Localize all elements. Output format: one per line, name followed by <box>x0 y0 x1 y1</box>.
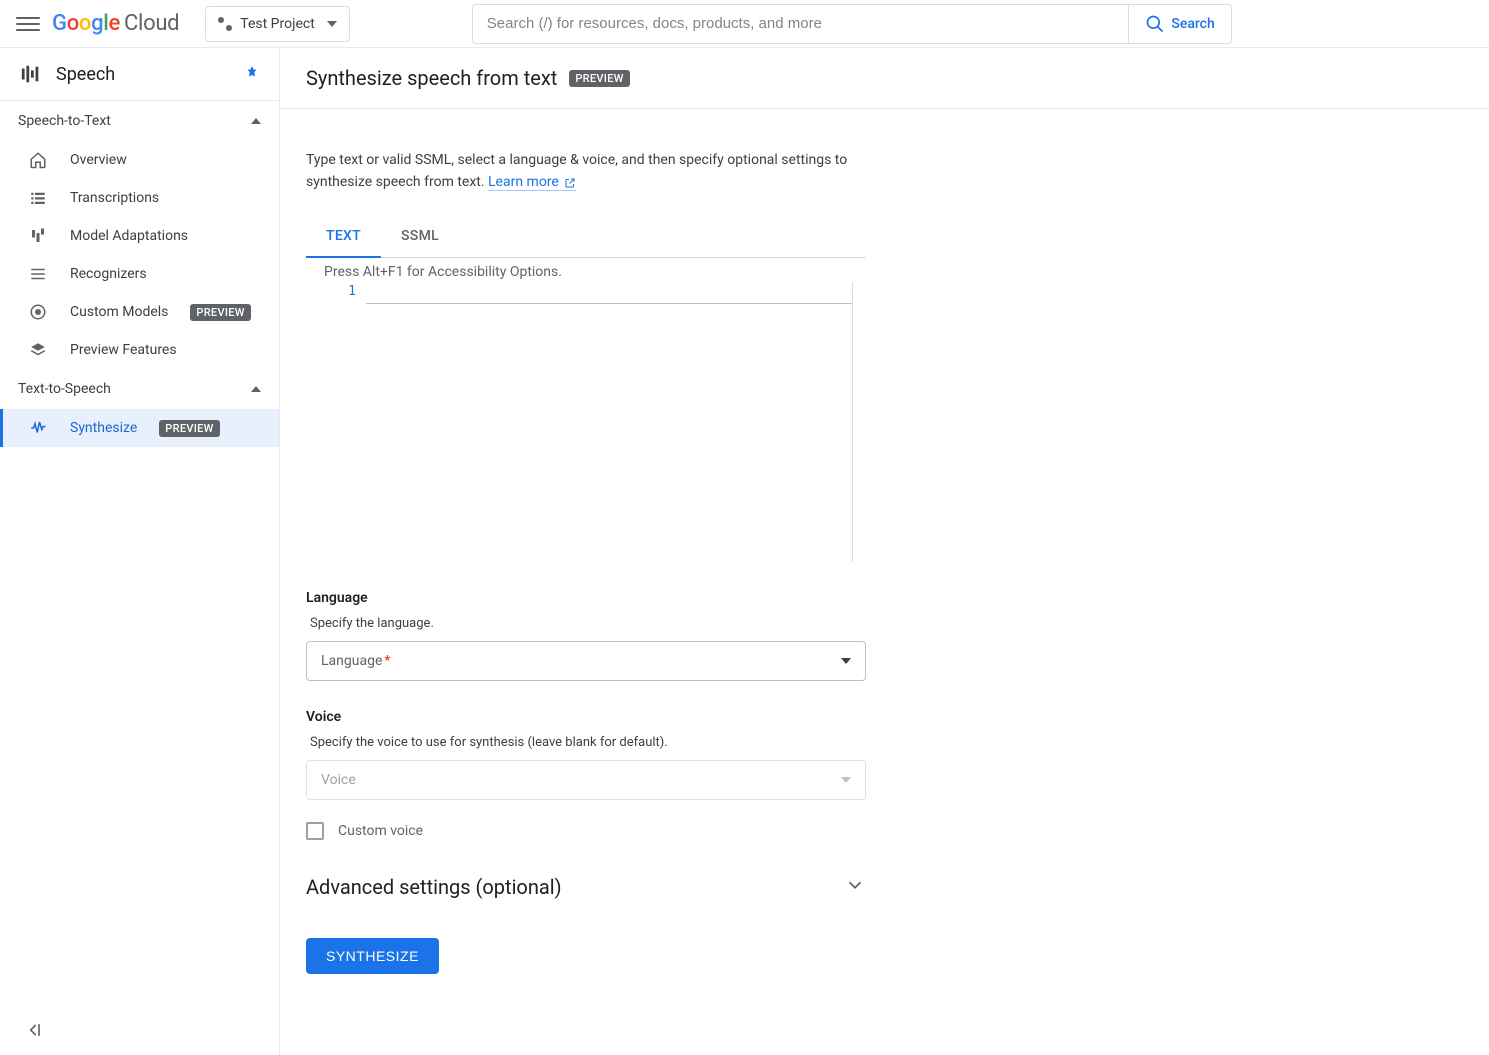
sidebar-collapse-button[interactable] <box>24 1020 44 1045</box>
language-select[interactable]: Language * <box>306 641 866 681</box>
chevron-up-icon <box>251 386 261 392</box>
project-icon <box>218 17 232 31</box>
language-placeholder: Language <box>321 653 382 669</box>
intro-text: Type text or valid SSML, select a langua… <box>306 149 866 194</box>
search-button[interactable]: Search <box>1128 5 1230 43</box>
tab-ssml[interactable]: SSML <box>381 218 459 257</box>
sidebar-item-label: Custom Models <box>70 304 168 320</box>
main-content: Synthesize speech from text PREVIEW Type… <box>280 48 1489 1055</box>
model-icon <box>28 303 48 321</box>
learn-more-label: Learn more <box>488 174 559 190</box>
input-mode-tabs: TEXT SSML <box>306 218 866 258</box>
line-number: 1 <box>306 282 366 304</box>
sidebar-item-label: Preview Features <box>70 342 177 358</box>
sidebar-item-label: Synthesize <box>70 420 137 436</box>
google-cloud-logo[interactable]: Google Cloud <box>52 11 179 36</box>
sidebar-item-label: Overview <box>70 152 127 168</box>
preview-badge: PREVIEW <box>159 420 219 437</box>
search-input[interactable] <box>473 5 1129 43</box>
sidebar-item-transcriptions[interactable]: Transcriptions <box>0 179 279 217</box>
product-title: Speech <box>56 64 231 85</box>
custom-voice-row[interactable]: Custom voice <box>306 822 1154 840</box>
pin-icon[interactable] <box>245 65 259 83</box>
wave-icon <box>28 419 48 437</box>
dropdown-arrow-icon <box>841 777 851 783</box>
custom-voice-checkbox[interactable] <box>306 822 324 840</box>
logo-suffix: Cloud <box>124 11 179 36</box>
dropdown-arrow-icon <box>841 658 851 664</box>
custom-voice-label: Custom voice <box>338 823 423 839</box>
advanced-settings-heading: Advanced settings (optional) <box>306 875 562 899</box>
search-icon <box>1145 14 1165 34</box>
external-link-icon <box>564 177 576 189</box>
voice-help: Specify the voice to use for synthesis (… <box>310 735 1154 750</box>
learn-more-link[interactable]: Learn more <box>488 174 576 191</box>
tab-text[interactable]: TEXT <box>306 218 381 258</box>
text-editor[interactable]: 1 <box>306 282 852 304</box>
preview-badge: PREVIEW <box>190 304 250 321</box>
language-help: Specify the language. <box>310 616 1154 631</box>
synthesize-button[interactable]: SYNTHESIZE <box>306 938 439 974</box>
sidebar: Speech Speech-to-Text Overview Transcrip… <box>0 48 280 1055</box>
tune-icon <box>28 227 48 245</box>
voice-heading: Voice <box>306 709 1154 725</box>
voice-select[interactable]: Voice <box>306 760 866 800</box>
preview-badge: PREVIEW <box>569 70 629 87</box>
required-mark: * <box>384 653 390 669</box>
sidebar-item-label: Recognizers <box>70 266 147 282</box>
sidebar-item-label: Model Adaptations <box>70 228 188 244</box>
speech-product-icon <box>20 63 42 85</box>
editor-line[interactable] <box>366 282 852 304</box>
caret-down-icon <box>327 21 337 27</box>
lines-icon <box>28 265 48 283</box>
sidebar-header: Speech <box>0 48 279 101</box>
chevron-down-icon <box>844 874 866 900</box>
sidebar-item-synthesize[interactable]: Synthesize PREVIEW <box>0 409 279 447</box>
sidebar-section-speech-to-text[interactable]: Speech-to-Text <box>0 101 279 141</box>
layers-icon <box>28 341 48 359</box>
language-heading: Language <box>306 590 1154 606</box>
page-header: Synthesize speech from text PREVIEW <box>280 48 1489 109</box>
sidebar-item-custom-models[interactable]: Custom Models PREVIEW <box>0 293 279 331</box>
sidebar-section-label: Text-to-Speech <box>18 381 111 397</box>
top-bar: Google Cloud Test Project Search <box>0 0 1489 48</box>
sidebar-section-text-to-speech[interactable]: Text-to-Speech <box>0 369 279 409</box>
project-name: Test Project <box>240 16 314 32</box>
accessibility-hint: Press Alt+F1 for Accessibility Options. <box>324 264 1154 280</box>
sidebar-item-recognizers[interactable]: Recognizers <box>0 255 279 293</box>
search-button-label: Search <box>1171 16 1214 32</box>
list-icon <box>28 189 48 207</box>
project-picker[interactable]: Test Project <box>205 6 349 42</box>
sidebar-item-label: Transcriptions <box>70 190 159 206</box>
chevron-up-icon <box>251 118 261 124</box>
menu-icon[interactable] <box>16 12 40 36</box>
sidebar-section-label: Speech-to-Text <box>18 113 111 129</box>
page-title: Synthesize speech from text <box>306 66 557 90</box>
sidebar-item-model-adaptations[interactable]: Model Adaptations <box>0 217 279 255</box>
editor-boundary <box>852 282 853 562</box>
voice-placeholder: Voice <box>321 772 356 788</box>
home-icon <box>28 151 48 169</box>
sidebar-item-overview[interactable]: Overview <box>0 141 279 179</box>
advanced-settings-toggle[interactable]: Advanced settings (optional) <box>306 874 866 900</box>
search-bar: Search <box>472 4 1232 44</box>
sidebar-item-preview-features[interactable]: Preview Features <box>0 331 279 369</box>
